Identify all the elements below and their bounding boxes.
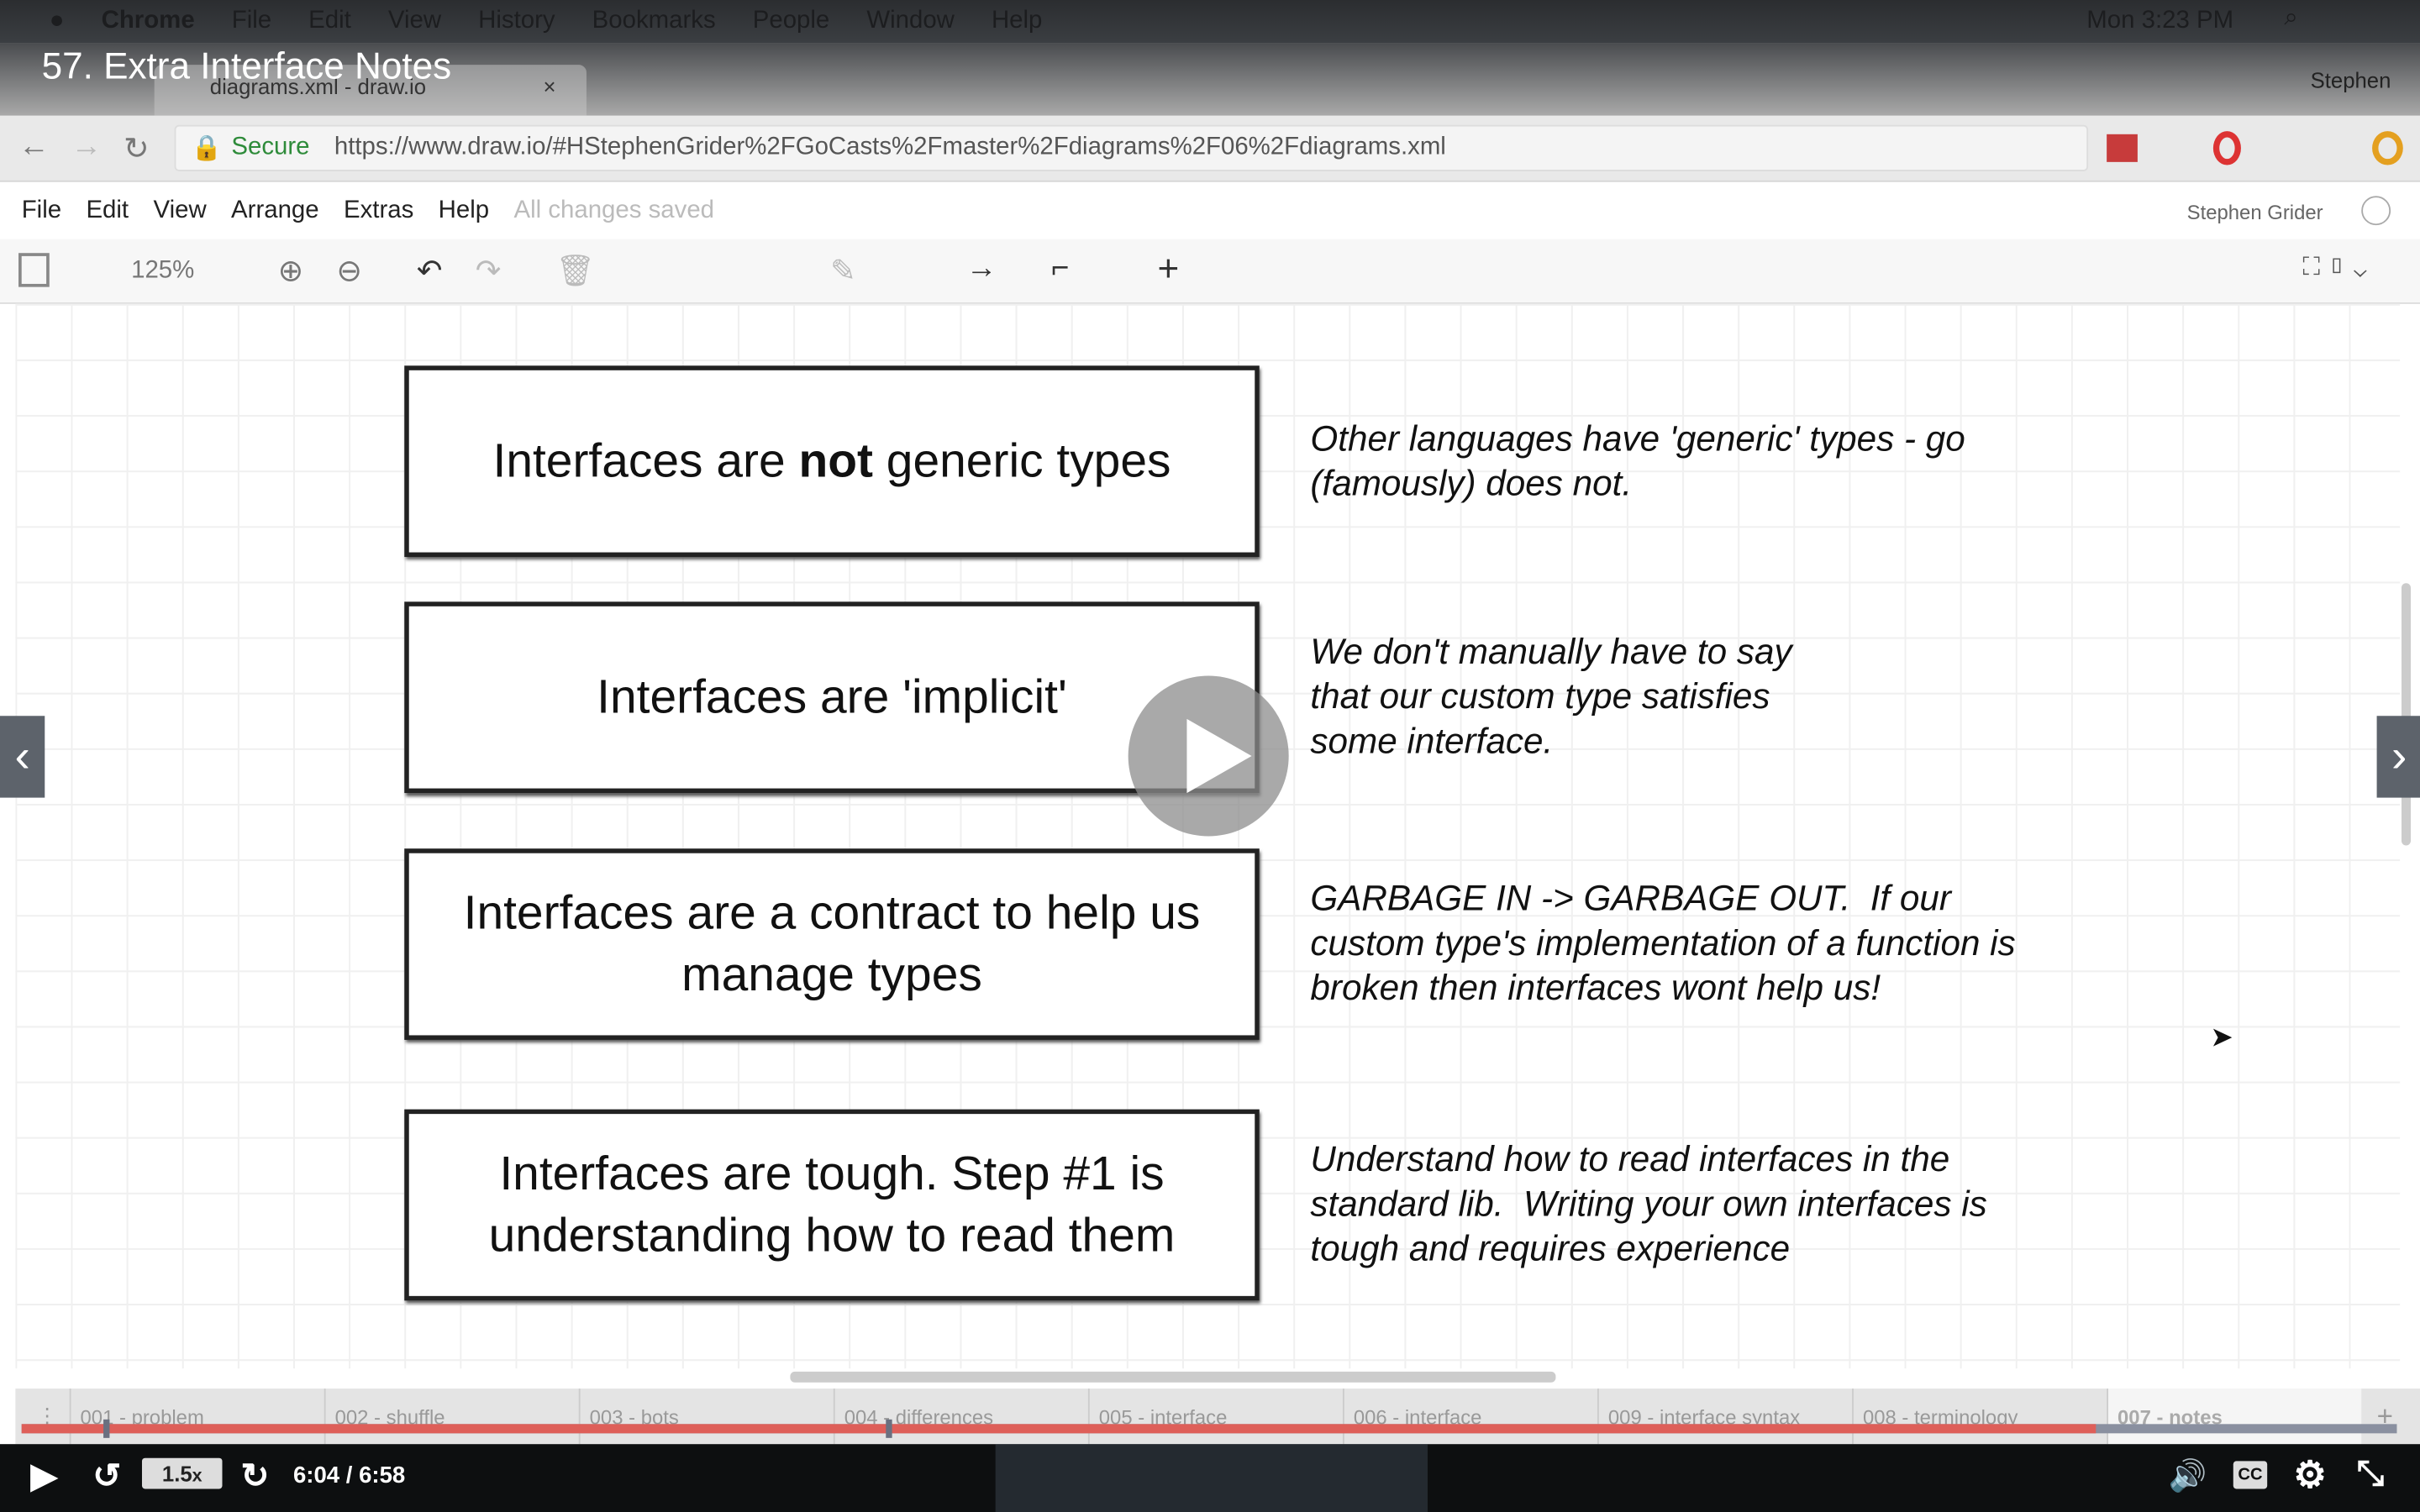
forward-icon[interactable]: → — [71, 129, 102, 165]
captions-icon[interactable]: CC — [2233, 1461, 2268, 1489]
video-title: 57. Extra Interface Notes — [41, 46, 452, 88]
box-text: Interfaces are a contract to help us man… — [463, 885, 1201, 1002]
undo-icon[interactable]: ↶ — [417, 251, 443, 290]
page-tab[interactable]: 006 - interface — [1342, 1389, 1597, 1445]
time-display: 6:04 / 6:58 — [292, 1462, 406, 1489]
box-text: Interfaces are — [492, 433, 799, 488]
menu-help[interactable]: Help — [439, 197, 489, 224]
volume-icon[interactable]: 🔊 — [2169, 1457, 2207, 1495]
save-status: All changes saved — [513, 197, 715, 223]
menu-view: View — [387, 8, 442, 34]
play-icon[interactable]: ▶ — [31, 1457, 57, 1497]
mouse-cursor-icon: ➤ — [2210, 1021, 2233, 1053]
note-4[interactable]: Understand how to read interfaces in the… — [1310, 1137, 1986, 1272]
page-tabs: ⋮ 001 - problem 002 - shuffle 003 - bots… — [15, 1389, 2420, 1445]
opera-icon[interactable] — [2212, 131, 2241, 165]
next-lecture-button[interactable]: › — [2376, 716, 2420, 798]
note-3[interactable]: GARBAGE IN -> GARBAGE OUT. If our custom… — [1310, 876, 2015, 1011]
horizontal-scrollbar[interactable] — [790, 1371, 1556, 1383]
box-text: Interfaces are tough. Step #1 is underst… — [488, 1146, 1176, 1263]
extension-icon[interactable] — [2107, 134, 2138, 162]
diagram-box-4[interactable]: Interfaces are tough. Step #1 is underst… — [404, 1109, 1260, 1301]
menu-people: People — [752, 8, 830, 34]
play-icon — [1186, 718, 1252, 794]
search-icon: ⌕ — [2284, 4, 2298, 31]
menu-file[interactable]: File — [22, 197, 61, 224]
menu-window: Window — [866, 8, 955, 34]
exit-fullscreen-icon[interactable]: ⤡ — [2357, 1453, 2384, 1494]
apple-icon: ● — [49, 8, 65, 34]
pages-menu-icon[interactable]: ⋮ — [15, 1389, 69, 1444]
video-player: ● Chrome File Edit View History Bookmark… — [0, 0, 2420, 1512]
insert-icon[interactable]: + — [1158, 249, 1180, 291]
previous-lecture-button[interactable]: ‹ — [0, 716, 45, 798]
box-text: Interfaces are 'implicit' — [597, 669, 1067, 724]
chapter-marker — [886, 1419, 892, 1438]
video-progress-bar[interactable] — [21, 1419, 2397, 1438]
play-overlay-button[interactable] — [1128, 675, 1289, 837]
back-icon[interactable]: ← — [18, 129, 50, 165]
drawio-toolbar: 125% ⊕ ⊖ ↶ ↷ 🗑 ✎ → ⌐ + ⛶ ▯ ⌄ — [0, 239, 2420, 304]
speed-suffix: x — [192, 1465, 203, 1486]
box-text: generic types — [872, 433, 1171, 488]
drawio-menubar: File Edit View Arrange Extras Help All c… — [0, 181, 2420, 239]
video-controls: ▶ ↺ 1.5x ↻ 6:04 / 6:58 🔊 CC ⚙ ⤡ — [0, 1444, 2420, 1512]
box-text-bold: not — [798, 433, 873, 488]
page-tab[interactable]: 008 - terminology — [1852, 1389, 2107, 1445]
format-panel-icon[interactable] — [18, 253, 50, 287]
menu-history: History — [478, 8, 555, 34]
vertical-scrollbar[interactable] — [2401, 583, 2411, 846]
fullscreen-icon[interactable]: ⛶ ▯ ⌄ — [2302, 255, 2366, 282]
zoom-in-icon[interactable]: ⊕ — [278, 251, 304, 290]
menu-edit[interactable]: Edit — [86, 197, 129, 224]
page-tab[interactable]: 005 - interface — [1087, 1389, 1343, 1445]
url-field[interactable]: 🔒 Secure https://www.draw.io/#HStephenGr… — [174, 124, 2089, 171]
menu-edit: Edit — [308, 8, 351, 34]
menu-chrome: Chrome — [101, 8, 195, 34]
add-page-icon[interactable]: + — [2361, 1389, 2408, 1444]
line-color-icon[interactable]: ✎ — [830, 251, 856, 290]
clock: Mon 3:23 PM — [2086, 8, 2234, 34]
page-tab[interactable]: 004 - differences — [833, 1389, 1088, 1445]
progress-fill — [21, 1424, 2096, 1434]
page-tab-active[interactable]: 007 - notes — [2107, 1389, 2362, 1445]
menu-arrange[interactable]: Arrange — [231, 197, 319, 224]
macos-dock — [995, 1444, 1428, 1512]
diagram-box-1[interactable]: Interfaces are not generic types — [404, 365, 1260, 558]
redo-icon[interactable]: ↷ — [476, 251, 502, 290]
macos-menubar: ● Chrome File Edit View History Bookmark… — [0, 0, 2420, 44]
page-tab[interactable]: 009 - interface syntax — [1597, 1389, 1852, 1445]
page-tab[interactable]: 003 - bots — [578, 1389, 834, 1445]
globe-icon[interactable] — [2361, 196, 2391, 226]
speed-value: 1.5 — [161, 1461, 192, 1486]
menu-bookmarks: Bookmarks — [592, 8, 716, 34]
chapter-marker — [103, 1419, 110, 1438]
connection-icon[interactable]: → — [966, 251, 997, 286]
user-menu[interactable]: Stephen Grider — [2187, 201, 2323, 224]
menu-extras[interactable]: Extras — [344, 197, 413, 224]
extension-gold-icon[interactable] — [2372, 131, 2403, 165]
forward-icon[interactable]: ↻ — [241, 1457, 270, 1497]
reload-icon[interactable]: ↻ — [124, 129, 150, 168]
profile-name[interactable]: Stephen — [2311, 68, 2391, 92]
close-tab-icon[interactable]: × — [544, 74, 556, 98]
menu-view[interactable]: View — [153, 197, 206, 224]
note-2[interactable]: We don't manually have to say that our c… — [1310, 629, 1791, 764]
waypoints-icon[interactable]: ⌐ — [1051, 251, 1069, 286]
zoom-out-icon[interactable]: ⊖ — [336, 251, 362, 290]
speed-button[interactable]: 1.5x — [141, 1457, 223, 1489]
delete-icon[interactable]: 🗑 — [555, 251, 595, 290]
menu-file: File — [231, 8, 272, 34]
page-tab[interactable]: 002 - shuffle — [324, 1389, 579, 1445]
note-1[interactable]: Other languages have 'generic' types - g… — [1310, 417, 1965, 507]
secure-label: Secure — [231, 134, 310, 161]
url-text: https://www.draw.io/#HStephenGrider%2FGo… — [334, 134, 1446, 161]
rewind-icon[interactable]: ↺ — [92, 1457, 121, 1497]
diagram-box-3[interactable]: Interfaces are a contract to help us man… — [404, 848, 1260, 1040]
lock-icon: 🔒 — [191, 135, 223, 162]
menu-help: Help — [991, 8, 1043, 34]
zoom-select[interactable]: 125% — [131, 258, 194, 286]
settings-icon[interactable]: ⚙ — [2293, 1453, 2327, 1498]
